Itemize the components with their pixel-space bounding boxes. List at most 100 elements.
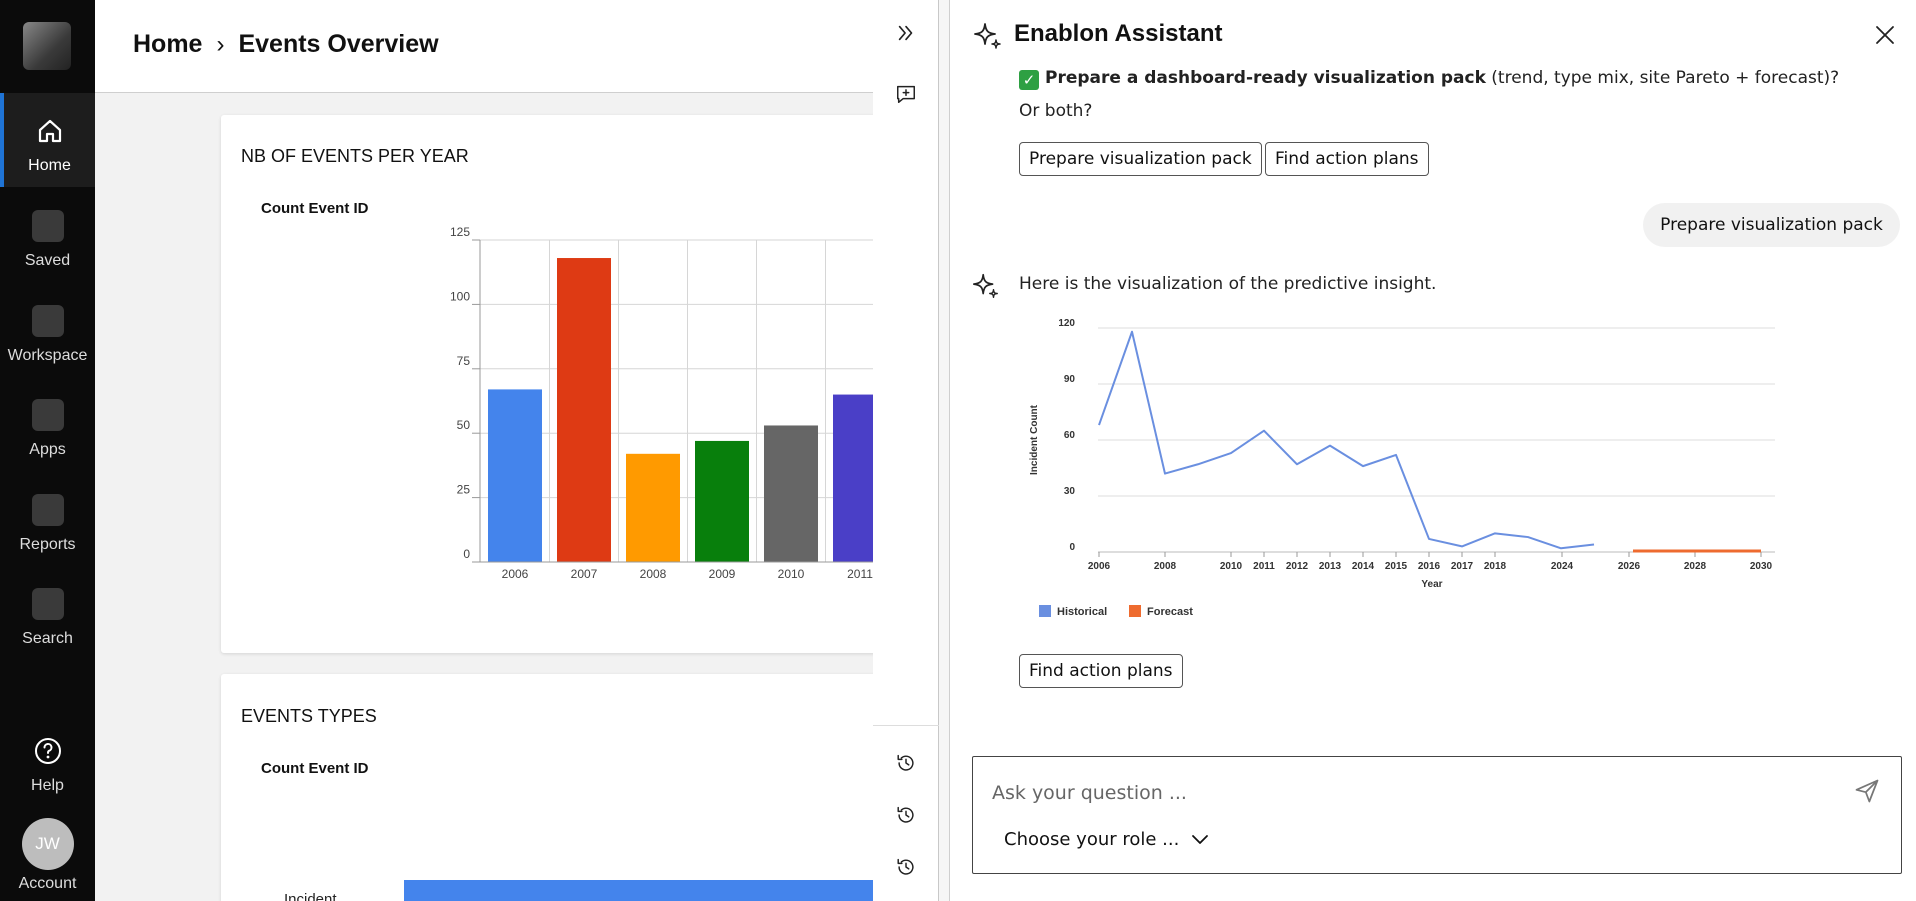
y-tick-label: 100 [450, 289, 470, 303]
x-tick-label: 2026 [1618, 561, 1641, 572]
nav-item-label: Saved [24, 252, 71, 269]
y-axis-label: Incident Count [1029, 404, 1040, 475]
x-tick-label: 2009 [709, 567, 736, 581]
role-select-label: Choose your role ... [1004, 829, 1180, 850]
x-tick-label: 2014 [1352, 561, 1375, 572]
panel-resize-handle[interactable] [939, 0, 950, 901]
events-per-year-card: NB OF EVENTS PER YEAR Count Event ID 0 25… [221, 115, 881, 653]
x-tick-label: 2010 [778, 567, 805, 581]
nav-item-label: Home [28, 157, 71, 174]
legend-swatch-historical [1039, 605, 1051, 617]
bar-incident[interactable] [404, 880, 881, 901]
collapse-panel-button[interactable] [890, 17, 922, 49]
x-tick-label: 2010 [1220, 561, 1243, 572]
find-action-plans-button-2[interactable]: Find action plans [1019, 654, 1183, 688]
apps-icon [31, 399, 64, 431]
legend-label-forecast: Forecast [1147, 606, 1193, 618]
sparkle-icon [974, 23, 1001, 49]
history-button-2[interactable] [890, 799, 922, 831]
help-icon [32, 735, 64, 767]
history-button-3[interactable] [890, 851, 922, 883]
legend-label-historical: Historical [1057, 606, 1107, 618]
chevron-down-icon [1192, 834, 1209, 844]
x-tick-label: 2011 [847, 567, 873, 581]
history-icon [897, 754, 914, 771]
nav-item-workspace[interactable]: Workspace [0, 283, 95, 377]
app-logo[interactable] [23, 22, 71, 70]
close-icon[interactable] [1872, 22, 1898, 48]
x-tick-label: 2018 [1484, 561, 1507, 572]
history-icon [897, 858, 914, 875]
y-tick-label: 125 [450, 225, 470, 239]
nav-item-search[interactable]: Search [0, 566, 95, 660]
x-tick-label: 2015 [1385, 561, 1408, 572]
nav-item-label: Help [31, 777, 64, 794]
x-tick-label: 2013 [1319, 561, 1342, 572]
new-chat-icon [897, 85, 915, 103]
role-select[interactable]: Choose your role ... [1004, 829, 1209, 850]
assistant-panel: Enablon Assistant ✓ Prepare a dashboard-r… [950, 0, 1916, 901]
nav-item-account[interactable]: JW Account [0, 806, 95, 900]
y-tick-label: 90 [1064, 374, 1076, 385]
nav-item-saved[interactable]: Saved [0, 188, 95, 282]
events-types-card: EVENTS TYPES Count Event ID Incident [221, 674, 881, 901]
x-tick-label: 2016 [1418, 561, 1441, 572]
assistant-title: Enablon Assistant [1014, 20, 1223, 47]
message-text: (trend, type mix, site Pareto + forecast… [1485, 68, 1840, 88]
y-tick-label: 60 [1064, 430, 1076, 441]
measure-label: Count Event ID [261, 760, 369, 777]
x-tick-label: 2017 [1451, 561, 1474, 572]
page-title: Events Overview [238, 30, 439, 58]
nav-item-label: Search [22, 630, 73, 647]
toolbar-divider [873, 725, 939, 726]
events-per-year-chart: 0 25 50 75 100 125 2006 2007 2008 2009 2010 2011 [450, 225, 881, 581]
bar-2009[interactable] [695, 440, 749, 562]
nav-item-label: Workspace [7, 347, 88, 364]
history-button-1[interactable] [890, 747, 922, 779]
nav-item-label: Reports [19, 536, 76, 553]
x-tick-label: 2011 [1253, 561, 1275, 572]
nav-item-label: Apps [29, 441, 66, 458]
bold-text: Prepare a dashboard-ready visualization … [1045, 68, 1486, 88]
saved-icon [31, 210, 64, 242]
nav-item-label: Account [18, 875, 77, 892]
page-header: Home › Events Overview [95, 0, 873, 93]
bot-message-line: Or both? [1019, 101, 1093, 121]
y-tick-label: 0 [1069, 542, 1075, 553]
send-icon[interactable] [1853, 777, 1881, 805]
new-chat-button[interactable] [890, 78, 922, 110]
nav-item-help[interactable]: Help [0, 713, 95, 807]
avatar: JW [21, 818, 74, 870]
double-chevron-right-icon [898, 25, 913, 41]
legend-swatch-forecast [1129, 605, 1141, 617]
find-action-plans-button[interactable]: Find action plans [1265, 142, 1429, 176]
bar-2007[interactable] [557, 258, 611, 562]
x-tick-label: 2007 [571, 567, 598, 581]
bar-2008[interactable] [626, 453, 680, 562]
question-input[interactable] [992, 777, 1832, 809]
reports-icon [31, 494, 64, 526]
nav-item-apps[interactable]: Apps [0, 377, 95, 471]
y-tick-label: 50 [457, 418, 471, 432]
x-tick-label: 2006 [1088, 561, 1111, 572]
bar-2010[interactable] [764, 425, 818, 562]
breadcrumb-home[interactable]: Home [133, 30, 202, 59]
x-tick-label: 2028 [1684, 561, 1707, 572]
workspace-icon [31, 305, 64, 337]
legend: Historical Forecast [1039, 605, 1193, 618]
bar-2006[interactable] [488, 389, 542, 562]
nav-item-home[interactable]: Home [0, 93, 95, 187]
y-tick-label: 0 [463, 547, 470, 561]
breadcrumb: Home › Events Overview [133, 30, 439, 59]
chevron-right-icon: › [216, 30, 225, 58]
nav-rail: Home Saved Workspace Apps Reports Search… [0, 0, 95, 901]
x-tick-label: 2030 [1750, 561, 1773, 572]
sparkle-icon [972, 273, 998, 298]
x-tick-label: 2008 [640, 567, 667, 581]
assistant-toolbar [873, 0, 939, 901]
x-axis-label: Year [1421, 579, 1442, 590]
nav-item-reports[interactable]: Reports [0, 472, 95, 566]
y-tick-label: 75 [457, 354, 471, 368]
prepare-visualization-button[interactable]: Prepare visualization pack [1019, 142, 1262, 176]
x-tick-label: 2012 [1286, 561, 1309, 572]
